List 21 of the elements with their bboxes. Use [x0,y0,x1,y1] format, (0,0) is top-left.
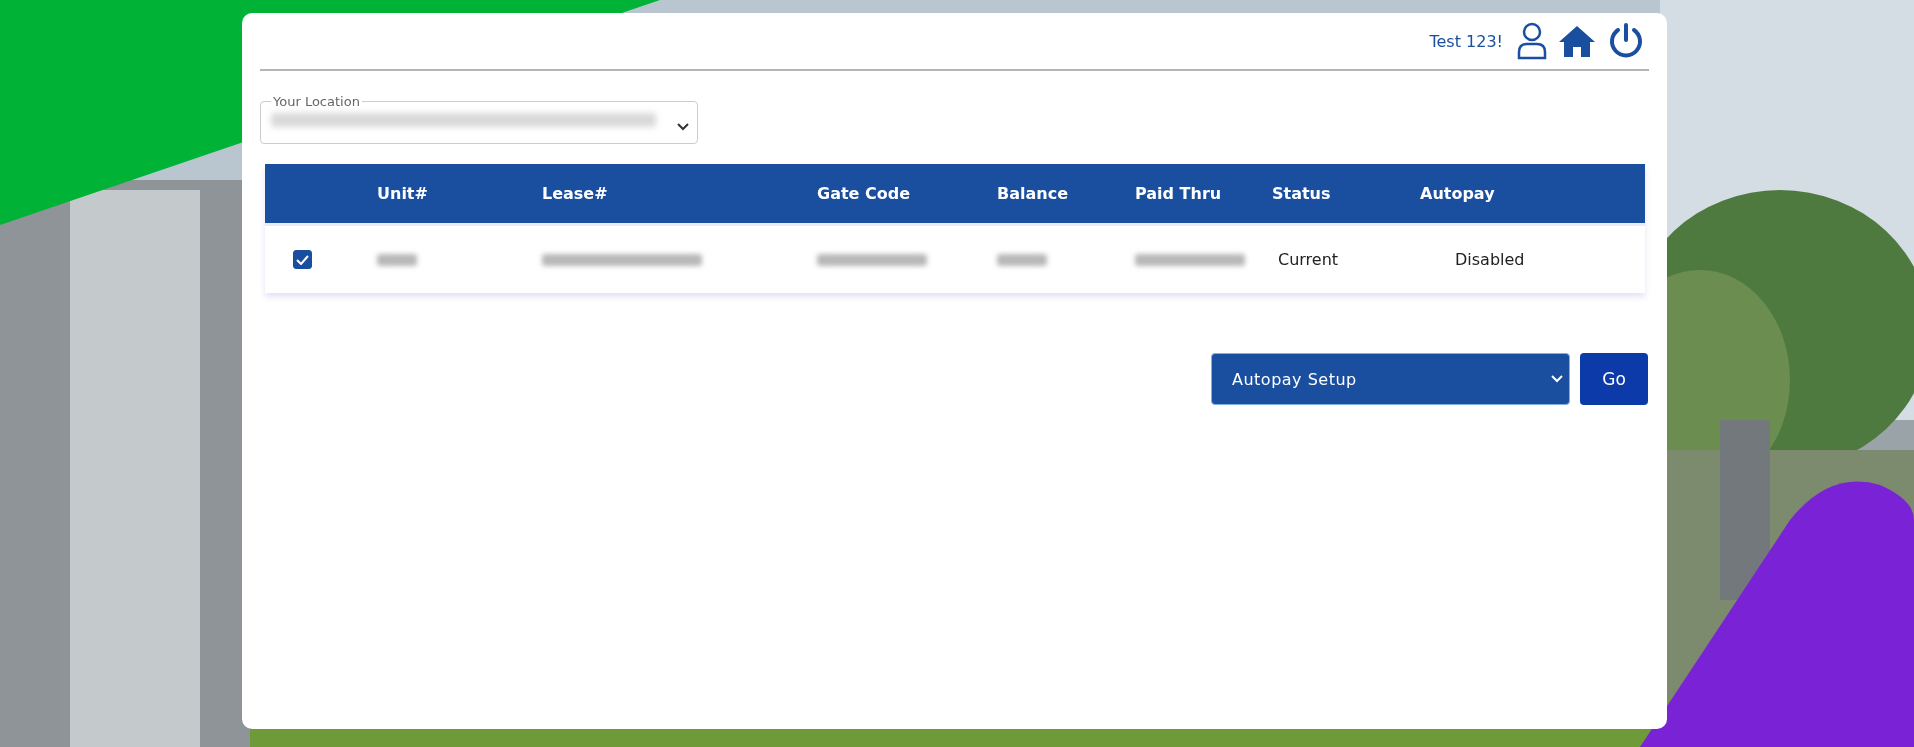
location-select[interactable]: Your Location [260,94,698,144]
row-checkbox[interactable] [293,250,312,269]
blurred-value [997,253,1047,266]
user-greeting: Test 123! [1429,31,1503,51]
column-header: Unit# [377,184,429,203]
chevron-down-icon [677,123,689,131]
power-icon[interactable] [1607,22,1645,60]
user-icon[interactable] [1517,22,1547,60]
blurred-value [377,253,417,266]
column-header: Paid Thru [1135,184,1223,203]
table-cell-text: Disabled [1455,250,1526,269]
column-header: Gate Code [817,184,912,203]
column-header: Balance [997,184,1069,203]
column-header: Status [1272,184,1332,203]
column-header: Lease# [542,184,609,203]
go-button[interactable]: Go [1580,353,1648,405]
chevron-down-icon [1551,375,1563,383]
column-header: Autopay [1420,184,1496,203]
home-icon[interactable] [1557,24,1597,58]
table-cell-text: Current [1278,250,1340,269]
action-select[interactable]: Autopay Setup [1211,353,1570,405]
